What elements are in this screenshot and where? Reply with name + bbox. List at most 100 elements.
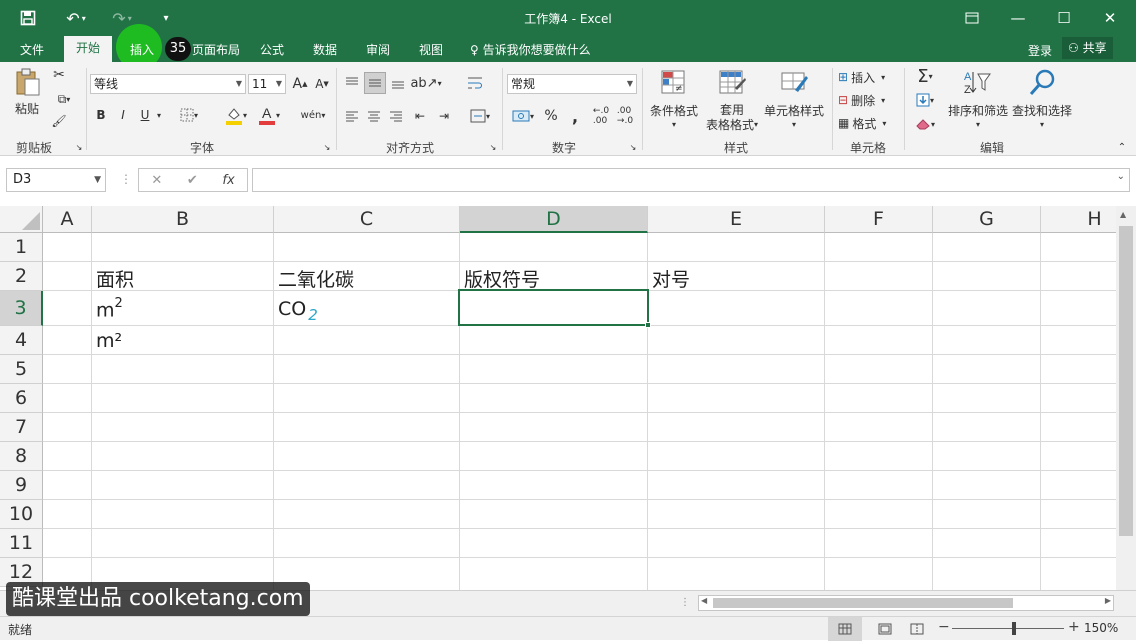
row-header-6[interactable]: 6 bbox=[0, 384, 43, 413]
active-cell-d3[interactable] bbox=[458, 289, 651, 328]
format-cells-button[interactable]: ▦ 格式 ▾ bbox=[838, 114, 900, 132]
login-link[interactable]: 登录 bbox=[1026, 41, 1054, 63]
row-header-9[interactable]: 9 bbox=[0, 471, 43, 500]
column-header-e[interactable]: E bbox=[648, 206, 825, 233]
chevron-down-icon[interactable]: ▾ bbox=[668, 118, 680, 130]
cell-c3[interactable]: CO 2 bbox=[278, 298, 318, 324]
column-header-a[interactable]: A bbox=[43, 206, 92, 233]
more-options-icon[interactable]: ⋮ bbox=[680, 597, 690, 608]
delete-cells-button[interactable]: ⊟ 删除 ▾ bbox=[838, 91, 900, 109]
align-left-icon[interactable] bbox=[342, 106, 362, 126]
find-select-button[interactable]: 查找和选择 bbox=[1010, 102, 1074, 118]
collapse-ribbon-icon[interactable]: ⌃ bbox=[1114, 140, 1130, 154]
scroll-up-icon[interactable]: ▲ bbox=[1120, 210, 1126, 219]
format-as-table-label2[interactable]: 表格格式 ▾ bbox=[700, 117, 764, 132]
align-right-icon[interactable] bbox=[386, 106, 406, 126]
zoom-level[interactable]: 150% bbox=[1084, 621, 1118, 635]
conditional-formatting-button[interactable]: 条件格式 bbox=[646, 102, 702, 118]
cell-d2[interactable]: 版权符号 bbox=[464, 265, 540, 292]
grow-font-icon[interactable]: A ▲ bbox=[292, 74, 308, 94]
format-as-table-icon[interactable] bbox=[716, 66, 748, 100]
paste-icon[interactable] bbox=[10, 66, 44, 98]
font-size-combo[interactable]: 11 ▼ bbox=[248, 74, 286, 94]
row-header-1[interactable]: 1 bbox=[0, 233, 43, 262]
decrease-decimal-icon[interactable]: .00 →.0 bbox=[614, 106, 636, 126]
dialog-launcher-icon[interactable]: ↘ bbox=[74, 142, 84, 152]
dialog-launcher-icon[interactable]: ↘ bbox=[322, 142, 332, 152]
zoom-slider-handle[interactable] bbox=[1012, 622, 1016, 635]
conditional-formatting-icon[interactable]: ≠ bbox=[658, 66, 690, 100]
align-middle-icon[interactable] bbox=[364, 72, 386, 94]
chevron-down-icon[interactable]: ▾ bbox=[1036, 118, 1048, 130]
fill-color-icon[interactable]: ▾ bbox=[222, 104, 250, 126]
formula-input[interactable]: ⌄ bbox=[252, 168, 1130, 192]
column-header-b[interactable]: B bbox=[92, 206, 274, 233]
row-header-3[interactable]: 3 bbox=[0, 291, 43, 326]
fill-handle[interactable] bbox=[645, 322, 651, 328]
align-center-icon[interactable] bbox=[364, 106, 384, 126]
chevron-down-icon[interactable]: ▾ bbox=[972, 118, 984, 130]
percent-style-button[interactable]: % bbox=[542, 106, 560, 126]
tab-formulas[interactable]: 公式 bbox=[258, 40, 286, 62]
sort-filter-icon[interactable]: AZ bbox=[960, 66, 992, 100]
tell-me-search[interactable]: ♀ 告诉我你想要做什么 bbox=[470, 41, 591, 58]
autosum-icon[interactable]: Σ ▾ bbox=[910, 66, 940, 87]
insert-function-icon[interactable]: fx bbox=[222, 173, 234, 188]
font-name-combo[interactable]: 等线 ▼ bbox=[90, 74, 246, 94]
tab-data[interactable]: 数据 bbox=[311, 40, 339, 62]
dialog-launcher-icon[interactable]: ↘ bbox=[628, 142, 638, 152]
borders-icon[interactable]: ▾ bbox=[176, 106, 202, 124]
copy-icon[interactable]: ⧉ ▾ bbox=[50, 90, 78, 108]
row-header-2[interactable]: 2 bbox=[0, 262, 43, 291]
normal-view-icon[interactable] bbox=[828, 617, 862, 641]
expand-formula-icon[interactable]: ⌄ bbox=[1117, 171, 1125, 182]
tab-page-layout[interactable]: 页面布局 bbox=[190, 40, 242, 62]
zoom-in-icon[interactable]: + bbox=[1068, 619, 1080, 635]
align-bottom-icon[interactable] bbox=[388, 72, 408, 94]
enter-icon[interactable]: ✔ bbox=[187, 173, 198, 188]
number-format-combo[interactable]: 常规 ▼ bbox=[507, 74, 637, 94]
cut-icon[interactable]: ✂ bbox=[50, 66, 68, 84]
increase-indent-icon[interactable]: ⇥ bbox=[434, 106, 454, 126]
worksheet-grid[interactable]: A B C D E F G H 1 2 3 4 5 6 7 8 9 10 11 … bbox=[0, 206, 1116, 590]
cell-b3[interactable]: m2 bbox=[96, 296, 123, 321]
maximize-icon[interactable]: ☐ bbox=[1044, 6, 1084, 30]
bold-button[interactable]: B bbox=[94, 106, 108, 124]
cell-styles-button[interactable]: 单元格样式 bbox=[762, 102, 826, 118]
vertical-scroll-thumb[interactable] bbox=[1119, 226, 1133, 536]
row-header-11[interactable]: 11 bbox=[0, 529, 43, 558]
row-header-7[interactable]: 7 bbox=[0, 413, 43, 442]
comma-style-icon[interactable]: , bbox=[566, 106, 584, 126]
merge-center-icon[interactable]: ▾ bbox=[464, 106, 496, 126]
cell-c2[interactable]: 二氧化碳 bbox=[278, 265, 354, 292]
name-box[interactable]: D3 ▼ bbox=[6, 168, 106, 192]
orientation-icon[interactable]: ab↗ ▾ bbox=[410, 72, 441, 94]
tab-view[interactable]: 视图 bbox=[417, 40, 445, 62]
shrink-font-icon[interactable]: A ▼ bbox=[314, 74, 330, 94]
insert-cells-button[interactable]: ⊞ 插入 ▾ bbox=[838, 68, 900, 86]
column-header-d[interactable]: D bbox=[460, 206, 648, 233]
page-break-view-icon[interactable] bbox=[906, 617, 928, 641]
cell-b2[interactable]: 面积 bbox=[96, 265, 134, 292]
wrap-text-icon[interactable] bbox=[464, 72, 486, 94]
fill-icon[interactable]: ▾ bbox=[910, 90, 940, 110]
cell-e2[interactable]: 对号 bbox=[652, 265, 690, 292]
find-select-icon[interactable] bbox=[1026, 66, 1058, 100]
column-header-f[interactable]: F bbox=[825, 206, 933, 233]
phonetic-icon[interactable]: wén ▾ bbox=[298, 104, 328, 126]
chevron-down-icon[interactable]: ▾ bbox=[788, 118, 800, 130]
zoom-slider[interactable] bbox=[952, 628, 1064, 629]
horizontal-scrollbar[interactable]: ◀ ▶ bbox=[698, 595, 1114, 611]
row-header-4[interactable]: 4 bbox=[0, 326, 43, 355]
accounting-format-icon[interactable]: ▾ bbox=[508, 106, 538, 126]
row-header-10[interactable]: 10 bbox=[0, 500, 43, 529]
tab-home[interactable]: 开始 bbox=[64, 36, 113, 62]
underline-button[interactable]: U bbox=[138, 106, 152, 124]
column-header-g[interactable]: G bbox=[933, 206, 1041, 233]
close-icon[interactable]: ✕ bbox=[1090, 6, 1130, 30]
row-header-5[interactable]: 5 bbox=[0, 355, 43, 384]
sort-filter-button[interactable]: 排序和筛选 bbox=[946, 102, 1010, 118]
column-header-h[interactable]: H bbox=[1041, 206, 1116, 233]
align-top-icon[interactable] bbox=[342, 72, 362, 94]
share-button[interactable]: ⚇ 共享 bbox=[1062, 37, 1113, 59]
